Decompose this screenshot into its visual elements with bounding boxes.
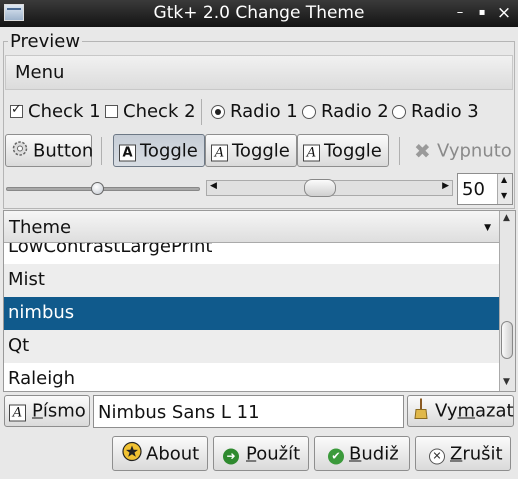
- scroll-up-icon[interactable]: ▲: [503, 213, 510, 223]
- minimize-button[interactable]: –: [449, 2, 471, 24]
- disabled-button-label: Vypnuto: [437, 140, 512, 161]
- toggle-button-3[interactable]: A Toggle: [297, 134, 389, 167]
- preview-button[interactable]: Button: [5, 134, 94, 167]
- preview-label: Preview: [8, 31, 83, 52]
- toggle-1-label: Toggle: [140, 140, 198, 161]
- font-icon: A: [9, 401, 26, 422]
- radio-3-label: Radio 3: [411, 101, 479, 122]
- preview-menubar[interactable]: Menu: [5, 55, 513, 90]
- theme-rows[interactable]: LowContrastLargePrint Mist nimbus Qt Ral…: [4, 243, 500, 391]
- disabled-button: ✖ Vypnuto: [409, 134, 513, 167]
- radio-1-circle[interactable]: [211, 105, 225, 119]
- window-title: Gtk+ 2.0 Change Theme: [153, 3, 365, 23]
- cancel-icon: ✕: [429, 443, 445, 464]
- toggle-button-2[interactable]: A Toggle: [205, 134, 297, 167]
- font-icon: A: [119, 140, 136, 161]
- spin-button[interactable]: 50 ▲ ▼: [457, 173, 513, 205]
- cancel-button[interactable]: ✕ Zrušit: [415, 436, 511, 471]
- check-2-box[interactable]: [105, 105, 118, 118]
- ok-button-label: Budiž: [349, 443, 399, 464]
- toggle-2-label: Toggle: [232, 140, 290, 161]
- list-item-selected[interactable]: nimbus: [4, 297, 500, 330]
- separator: [399, 137, 400, 165]
- spin-arrows[interactable]: ▲ ▼: [497, 174, 512, 204]
- star-icon: [122, 441, 142, 466]
- apply-button[interactable]: ➜ Použít: [213, 436, 309, 471]
- list-item[interactable]: LowContrastLargePrint: [4, 243, 500, 264]
- check-1-box[interactable]: [10, 102, 23, 118]
- font-icon: A: [303, 140, 320, 161]
- horizontal-slider-knob[interactable]: [91, 182, 105, 195]
- theme-list-scrollbar[interactable]: ▲ ▼: [499, 211, 515, 391]
- cancel-button-label: Zrušit: [450, 443, 503, 464]
- theme-column-header[interactable]: Theme ▼: [4, 211, 500, 243]
- check-1-label: Check 1: [28, 101, 101, 122]
- button-label: Button: [33, 140, 94, 161]
- gear-icon: [10, 138, 30, 163]
- scroll-down-icon[interactable]: ▼: [503, 377, 510, 387]
- font-icon: A: [211, 140, 228, 161]
- vertical-scroll-thumb[interactable]: [501, 321, 513, 359]
- list-item[interactable]: Qt: [4, 330, 500, 363]
- scroll-right-arrow-icon[interactable]: ▶: [442, 181, 449, 191]
- broom-icon: [413, 398, 429, 425]
- clear-button-label: Vymazat: [435, 400, 514, 422]
- apply-button-label: Použít: [246, 443, 301, 464]
- check-icon: ✔: [328, 443, 344, 464]
- toggle-button-1[interactable]: A Toggle: [113, 134, 205, 167]
- sort-arrow-icon: ▼: [484, 223, 491, 233]
- font-button[interactable]: A Písmo: [4, 395, 90, 427]
- spin-value[interactable]: 50: [462, 179, 485, 200]
- separator: [201, 99, 202, 125]
- about-button[interactable]: About: [112, 436, 208, 471]
- radio-2-circle[interactable]: [302, 105, 316, 119]
- toggle-3-label: Toggle: [324, 140, 382, 161]
- check-2-label: Check 2: [123, 101, 196, 122]
- font-name-field[interactable]: Nimbus Sans L 11: [93, 395, 404, 428]
- horizontal-scroll-thumb[interactable]: [304, 179, 337, 197]
- font-name-value[interactable]: Nimbus Sans L 11: [98, 402, 260, 423]
- clear-button[interactable]: Vymazat: [407, 395, 514, 427]
- radio-2-label: Radio 2: [321, 101, 389, 122]
- radio-1-label: Radio 1: [230, 101, 298, 122]
- radio-3-circle[interactable]: [392, 105, 406, 119]
- list-item[interactable]: Mist: [4, 264, 500, 297]
- title-bar: Gtk+ 2.0 Change Theme – ▪ ×: [0, 0, 518, 27]
- separator: [101, 137, 102, 165]
- list-item[interactable]: Raleigh: [4, 363, 500, 391]
- maximize-button[interactable]: ▪: [471, 2, 493, 24]
- font-button-label: Písmo: [32, 400, 86, 422]
- horizontal-scrollbar[interactable]: ◀ ▶: [206, 179, 453, 197]
- spin-down-icon[interactable]: ▼: [501, 191, 507, 200]
- theme-column-title: Theme: [9, 217, 72, 238]
- cross-icon: ✖: [414, 138, 431, 163]
- theme-window: Gtk+ 2.0 Change Theme – ▪ × Preview Menu…: [0, 0, 518, 479]
- about-button-label: About: [146, 443, 200, 464]
- ok-button[interactable]: ✔ Budiž: [314, 436, 410, 471]
- menu-item[interactable]: Menu: [15, 62, 64, 83]
- close-button[interactable]: ×: [493, 2, 515, 24]
- theme-list[interactable]: Theme ▼ LowContrastLargePrint Mist nimbu…: [3, 210, 516, 392]
- apply-arrow-icon: ➜: [223, 443, 239, 464]
- scroll-left-arrow-icon[interactable]: ◀: [210, 181, 217, 191]
- spin-up-icon[interactable]: ▲: [501, 175, 507, 184]
